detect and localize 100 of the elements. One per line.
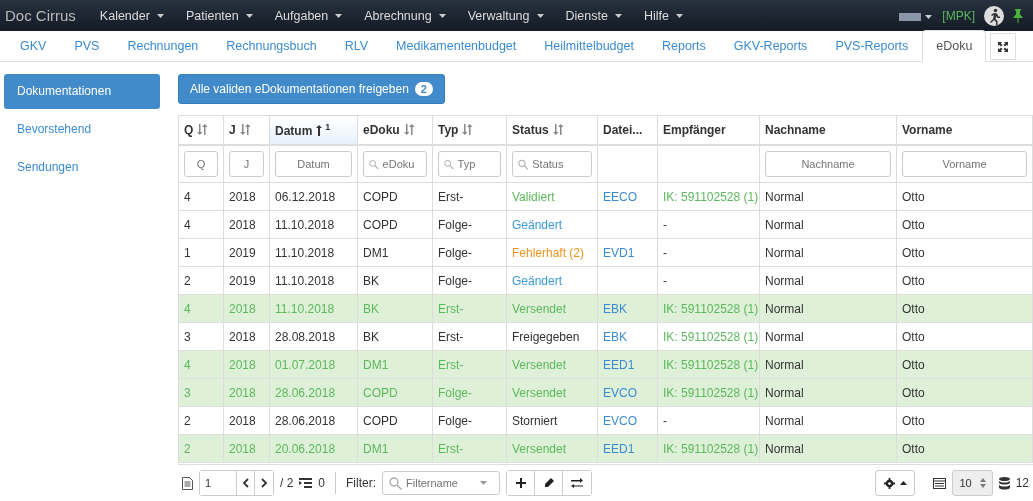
tab[interactable]: GKV: [6, 30, 61, 61]
filter-input[interactable]: Typ: [457, 158, 495, 170]
table-cell: 2018: [229, 357, 256, 372]
tab[interactable]: PVS-Reports: [821, 30, 923, 61]
pencil-icon: [543, 478, 554, 488]
caret-icon: [536, 13, 544, 18]
table-cell: 2018: [229, 189, 256, 204]
table-icon: [933, 477, 947, 489]
table-cell: Otto: [902, 329, 925, 344]
filter-field[interactable]: Q: [184, 151, 218, 177]
menu-item[interactable]: Dienste: [554, 8, 633, 23]
search-icon: [518, 157, 529, 171]
page-count: / 2: [280, 476, 294, 490]
table-cell: Normal: [765, 357, 804, 372]
tab[interactable]: eDoku: [922, 30, 987, 62]
filter-field[interactable]: Status: [512, 151, 592, 177]
table-cell: 11.10.2018: [275, 273, 335, 288]
table-cell: 1: [184, 245, 191, 260]
table-cell: Fehlerhaft (2): [512, 245, 585, 260]
table-cell: COPD: [363, 385, 398, 400]
column-header[interactable]: Q: [178, 115, 224, 145]
table-cell: Normal: [765, 413, 804, 428]
sidebar-item[interactable]: Bevorstehend: [4, 112, 160, 147]
caret-icon: [335, 13, 343, 18]
table-cell: IK: 591102528 (1): [663, 189, 759, 204]
tab[interactable]: Medikamentenbudget: [382, 30, 531, 61]
filter-input[interactable]: J: [235, 158, 258, 170]
page-size-select[interactable]: 10: [952, 470, 993, 496]
table-cell: Validiert: [512, 189, 555, 204]
tab[interactable]: RLV: [330, 30, 383, 61]
menu-item[interactable]: Verwaltung: [456, 8, 555, 23]
pagination-control[interactable]: 1: [199, 470, 274, 496]
tab[interactable]: PVS: [60, 30, 114, 61]
caret-icon: [438, 13, 446, 18]
table-cell: BK: [363, 273, 379, 288]
sidebar-item[interactable]: Dokumentationen: [4, 74, 160, 109]
column-header[interactable]: Vorname: [896, 115, 1033, 145]
table-cell: 06.12.2018: [275, 189, 336, 204]
filter-field[interactable]: Nachname: [765, 151, 891, 177]
column-header[interactable]: Typ: [432, 115, 507, 145]
menu-item[interactable]: Aufgaben: [263, 8, 354, 23]
sidebar-item[interactable]: Sendungen: [4, 150, 160, 185]
table-cell: 4: [184, 357, 191, 372]
table-cell: 28.06.2018: [275, 413, 336, 428]
approve-all-button[interactable]: Alle validen eDokumentationen freigeben 2: [178, 74, 445, 104]
search-icon: [444, 157, 454, 171]
tab[interactable]: Reports: [647, 30, 720, 61]
column-header[interactable]: Empfänger: [657, 115, 760, 145]
table-cell: 4: [184, 301, 191, 316]
table-cell: Folge-: [438, 217, 472, 232]
table-cell: 4: [184, 217, 191, 232]
table-cell: IK: 591102528 (1): [663, 385, 759, 400]
page-field[interactable]: 1: [200, 471, 237, 495]
table-cell: Storniert: [512, 413, 558, 428]
brand-name[interactable]: Doc Cirrus: [5, 7, 76, 24]
chevron-left-icon: [242, 478, 249, 488]
add-button[interactable]: [507, 471, 536, 495]
filter-label: Filter:: [346, 476, 377, 490]
filter-field[interactable]: eDoku: [363, 151, 427, 177]
table-cell: IK: 591102528 (1): [663, 357, 759, 372]
filter-select[interactable]: Filtername: [382, 471, 501, 495]
table-cell: Geändert: [512, 217, 563, 232]
table-cell: 2018: [229, 385, 256, 400]
menu-item[interactable]: Patienten: [174, 8, 264, 23]
filter-input[interactable]: eDoku: [382, 158, 421, 170]
fullscreen-button[interactable]: [990, 33, 1017, 60]
table-cell: 2: [184, 273, 191, 288]
filter-field[interactable]: Datum: [275, 151, 352, 177]
total-count: 12: [1015, 476, 1029, 490]
menu-item[interactable]: Abrechnung: [353, 8, 457, 23]
filter-field[interactable]: J: [229, 151, 264, 177]
column-header[interactable]: Status: [506, 115, 598, 145]
settings-button[interactable]: [875, 470, 916, 496]
count-badge: 2: [414, 82, 433, 96]
filter-field[interactable]: Vorname: [902, 151, 1027, 177]
table-cell: Versendet: [512, 301, 567, 316]
table-cell: 11.10.2018: [275, 245, 335, 260]
sort-icon: [462, 124, 474, 135]
menu-item[interactable]: Kalender: [97, 8, 175, 23]
menu-item[interactable]: Hilfe: [632, 8, 694, 23]
tab[interactable]: Rechnungen: [113, 30, 213, 61]
table-cell: 4: [184, 189, 191, 204]
filter-input[interactable]: Status: [532, 158, 586, 170]
column-header[interactable]: Datei...: [597, 115, 658, 145]
table-cell: 2018: [229, 413, 256, 428]
table-cell: -: [663, 273, 667, 288]
table-cell: Erst-: [438, 357, 464, 372]
sort-icon: [552, 124, 564, 135]
filter-input[interactable]: Q: [190, 158, 212, 170]
filter-field[interactable]: Typ: [438, 151, 501, 177]
tab[interactable]: Heilmittelbudget: [530, 30, 648, 61]
plus-icon: [515, 478, 526, 488]
column-header[interactable]: Nachname: [759, 115, 897, 145]
table-cell: Otto: [902, 357, 925, 372]
column-header[interactable]: eDoku: [357, 115, 433, 145]
pin-icon[interactable]: [1013, 8, 1023, 23]
table-cell: 28.08.2018: [275, 329, 336, 344]
tab[interactable]: GKV-Reports: [719, 30, 822, 61]
running-person-icon[interactable]: [984, 5, 1004, 26]
tab[interactable]: Rechnungsbuch: [212, 30, 331, 61]
